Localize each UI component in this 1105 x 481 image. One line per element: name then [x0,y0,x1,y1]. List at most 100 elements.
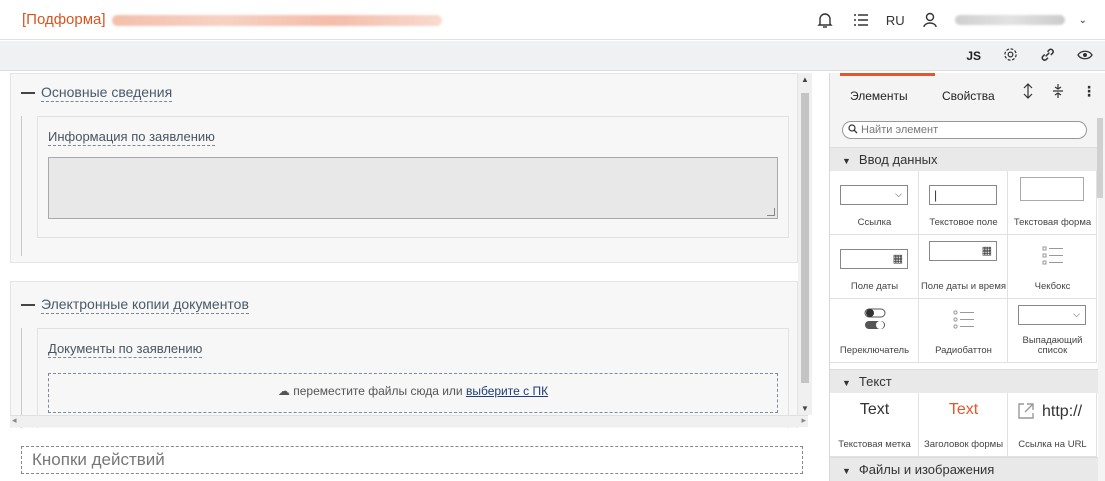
user-name-redacted[interactable] [954,15,1065,25]
element-label: Радиобаттон [935,345,992,356]
text-preview: Text [859,401,890,418]
dropzone-text: переместите файлы сюда или [293,384,466,398]
tab-properties[interactable]: Свойства [942,89,995,103]
group-title: Ввод данных [858,152,938,167]
textfield-preview: | [929,185,997,205]
action-buttons-area[interactable]: Кнопки действий [21,446,803,474]
checkbox-list-icon [1042,246,1063,265]
element-url-link[interactable]: http:// Ссылка на URL [1008,393,1097,457]
group-data-input[interactable]: ▼ Ввод данных [830,147,1098,171]
scroll-up-icon[interactable]: ▲ [801,75,809,84]
calendar-icon: ▦ [892,253,903,265]
section-bar [21,328,22,428]
chevron-down-icon: ▼ [842,378,851,388]
collapse-all-icon[interactable] [1052,83,1064,102]
calendar-clock-icon: ▦ [981,245,992,257]
select-preview: ⌵ [1018,305,1086,325]
form-name-redacted [111,14,442,26]
tab-elements[interactable]: Элементы [840,73,935,103]
date-preview: ▦ [840,249,908,269]
datetime-preview: ▦ [929,241,997,261]
application-info-textarea[interactable] [48,157,778,219]
canvas-vertical-scrollbar[interactable]: ▲ ▼ [798,73,812,415]
section-electronic-copies[interactable]: Электронные копии документов Документы п… [10,281,798,428]
section-basic-info[interactable]: Основные сведения Информация по заявлени… [10,73,798,263]
section-bar [21,116,22,256]
collapse-icon[interactable] [21,304,35,306]
section-title[interactable]: Основные сведения [21,84,173,102]
scroll-left-icon[interactable]: ◂ [12,415,17,426]
group-title: Файлы и изображения [858,462,995,477]
radio-list-icon [953,310,974,329]
element-label: Ссылка [857,217,892,228]
element-label: Ссылка на URL [1018,439,1087,450]
chevron-down-icon: ▼ [842,466,851,476]
element-text-form[interactable]: Текстовая форма [1008,171,1097,235]
group-files-images[interactable]: ▼ Файлы и изображения [830,457,1098,481]
expand-icon[interactable] [1022,83,1034,102]
header-preview: Text [948,401,979,418]
panel-scrollbar[interactable] [1097,118,1103,198]
bell-icon[interactable] [814,9,836,31]
text-grid: Text Текстовая метка Text Заголовок форм… [830,393,1098,457]
field-label: Информация по заявлению [48,129,215,146]
element-label: Заголовок формы [923,439,1004,450]
js-button[interactable]: JS [966,49,981,63]
form-canvas: Основные сведения Информация по заявлени… [10,73,810,428]
elements-panel: Элементы Свойства ⋮ Найти элемент ▼ Ввод … [829,73,1105,481]
element-label: Выпадающий список [1022,335,1083,356]
field-label: Документы по заявлению [48,341,203,358]
resize-grip-icon[interactable] [767,208,775,216]
element-text-field[interactable]: | Текстовое поле [919,171,1008,235]
element-label: Текстовая форма [1013,217,1092,228]
canvas-horizontal-scrollbar[interactable]: ◂ ▸ [10,415,808,427]
settings-icon[interactable] [1003,47,1018,65]
group-text[interactable]: ▼ Текст [830,369,1098,393]
element-label: Текстовая метка [838,439,911,450]
collapse-icon[interactable] [21,92,35,94]
element-form-header[interactable]: Text Заголовок формы [919,393,1008,457]
url-preview: http:// [1042,403,1083,420]
toggle-icon [864,308,886,329]
element-text-label[interactable]: Text Текстовая метка [830,393,919,457]
element-datetime-field[interactable]: ▦ Поле даты и время [919,235,1008,299]
section-title[interactable]: Электронные копии документов [21,296,249,314]
link-icon[interactable] [1040,47,1055,65]
element-radio[interactable]: Радиобаттон [919,299,1008,363]
element-label: Переключатель [839,345,910,356]
element-link[interactable]: ⌵ Ссылка [830,171,919,235]
editor-toolbar: JS [0,41,1105,71]
subsection-application-info[interactable]: Информация по заявлению [37,116,789,238]
element-label: Поле даты [850,281,899,292]
scroll-thumb[interactable] [801,93,809,383]
element-dropdown-list[interactable]: ⌵ Выпадающий список [1008,299,1097,363]
file-dropzone[interactable]: ☁ переместите файлы сюда или выберите с … [48,373,778,413]
list-icon[interactable] [850,9,872,31]
element-search-input[interactable]: Найти элемент [842,121,1087,139]
group-title: Текст [858,374,892,389]
element-date-field[interactable]: ▦ Поле даты [830,235,919,299]
scroll-down-icon[interactable]: ▼ [801,404,809,413]
section-title-text: Электронные копии документов [41,296,249,314]
form-title-label: [Подформа] [22,11,106,28]
element-toggle[interactable]: Переключатель [830,299,919,363]
element-checkbox[interactable]: Чекбокс [1008,235,1097,299]
subsection-documents[interactable]: Документы по заявлению ☁ переместите фай… [37,328,789,428]
choose-file-link[interactable]: выберите с ПК [466,384,548,398]
more-icon[interactable]: ⋮ [1082,83,1096,102]
external-link-icon [1016,401,1036,424]
user-icon[interactable] [919,9,941,31]
chevron-down-icon: ▼ [842,156,851,166]
data-input-grid: ⌵ Ссылка | Текстовое поле Текстовая форм… [830,171,1098,369]
textarea-preview [1020,177,1084,201]
cloud-upload-icon: ☁ [277,384,290,398]
scroll-right-icon[interactable]: ▸ [801,415,806,426]
form-title[interactable]: [Подформа] [22,11,442,28]
search-icon [848,124,858,137]
element-label: Чекбокс [1034,281,1071,292]
eye-icon[interactable] [1077,49,1093,64]
language-switch[interactable]: RU [886,13,905,28]
chevron-down-icon[interactable]: ⌄ [1079,15,1087,26]
app-header: [Подформа] RU ⌄ [0,0,1105,40]
element-label: Текстовое поле [929,217,998,228]
